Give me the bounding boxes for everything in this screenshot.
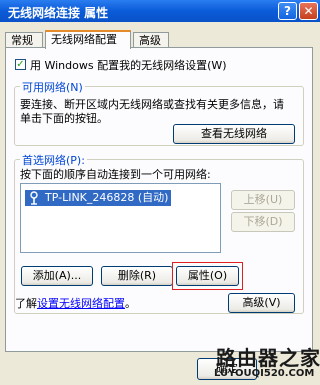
close-button[interactable]: ✕: [299, 2, 318, 20]
window-title: 无线网络连接 属性: [8, 6, 109, 20]
watermark-line1: 路由器之家: [216, 346, 320, 370]
move-up-button[interactable]: 上移(U): [231, 190, 295, 210]
available-networks-legend: 可用网络(N): [20, 79, 85, 95]
view-wireless-networks-button[interactable]: 查看无线网络: [173, 124, 295, 144]
title-bar: 无线网络连接 属性 ? ✕: [0, 0, 320, 22]
learn-prefix: 了解: [15, 297, 37, 310]
tab-wireless-networks[interactable]: 无线网络配置: [45, 30, 131, 49]
site-watermark: 路由器之家 LUYOUQI520.COM: [204, 340, 320, 385]
network-list-item[interactable]: TP-LINK_246828 (自动): [25, 190, 172, 206]
wireless-networks-panel: ✓ 用 Windows 配置我的无线网络设置(W) 可用网络(N) 要连接、断开…: [5, 47, 313, 352]
tab-advanced[interactable]: 高级: [133, 32, 169, 48]
tab-general[interactable]: 常规: [5, 32, 43, 48]
use-windows-label: 用 Windows 配置我的无线网络设置(W): [30, 59, 227, 72]
help-button[interactable]: ?: [278, 2, 297, 20]
preferred-description: 按下面的顺序自动连接到一个可用网络:: [20, 168, 211, 181]
preferred-networks-list[interactable]: TP-LINK_246828 (自动): [20, 183, 221, 253]
advanced-button[interactable]: 高级(V): [228, 293, 295, 313]
learn-more-link[interactable]: 设置无线网络配置: [37, 297, 125, 310]
learn-more-text: 了解设置无线网络配置。: [15, 295, 136, 311]
use-windows-checkbox[interactable]: ✓: [15, 59, 26, 70]
network-name: TP-LINK_246828 (自动): [45, 191, 169, 204]
watermark-line2: LUYOUQI520.COM: [214, 368, 315, 379]
move-down-button[interactable]: 下移(D): [231, 212, 295, 232]
remove-network-button[interactable]: 删除(R): [101, 266, 173, 286]
add-network-button[interactable]: 添加(A)...: [21, 266, 93, 286]
network-properties-button[interactable]: 属性(O): [176, 266, 239, 286]
learn-suffix: 。: [125, 297, 136, 310]
wireless-network-icon: [30, 191, 38, 205]
available-description-line2: 单击下面的按钮。: [20, 112, 108, 125]
